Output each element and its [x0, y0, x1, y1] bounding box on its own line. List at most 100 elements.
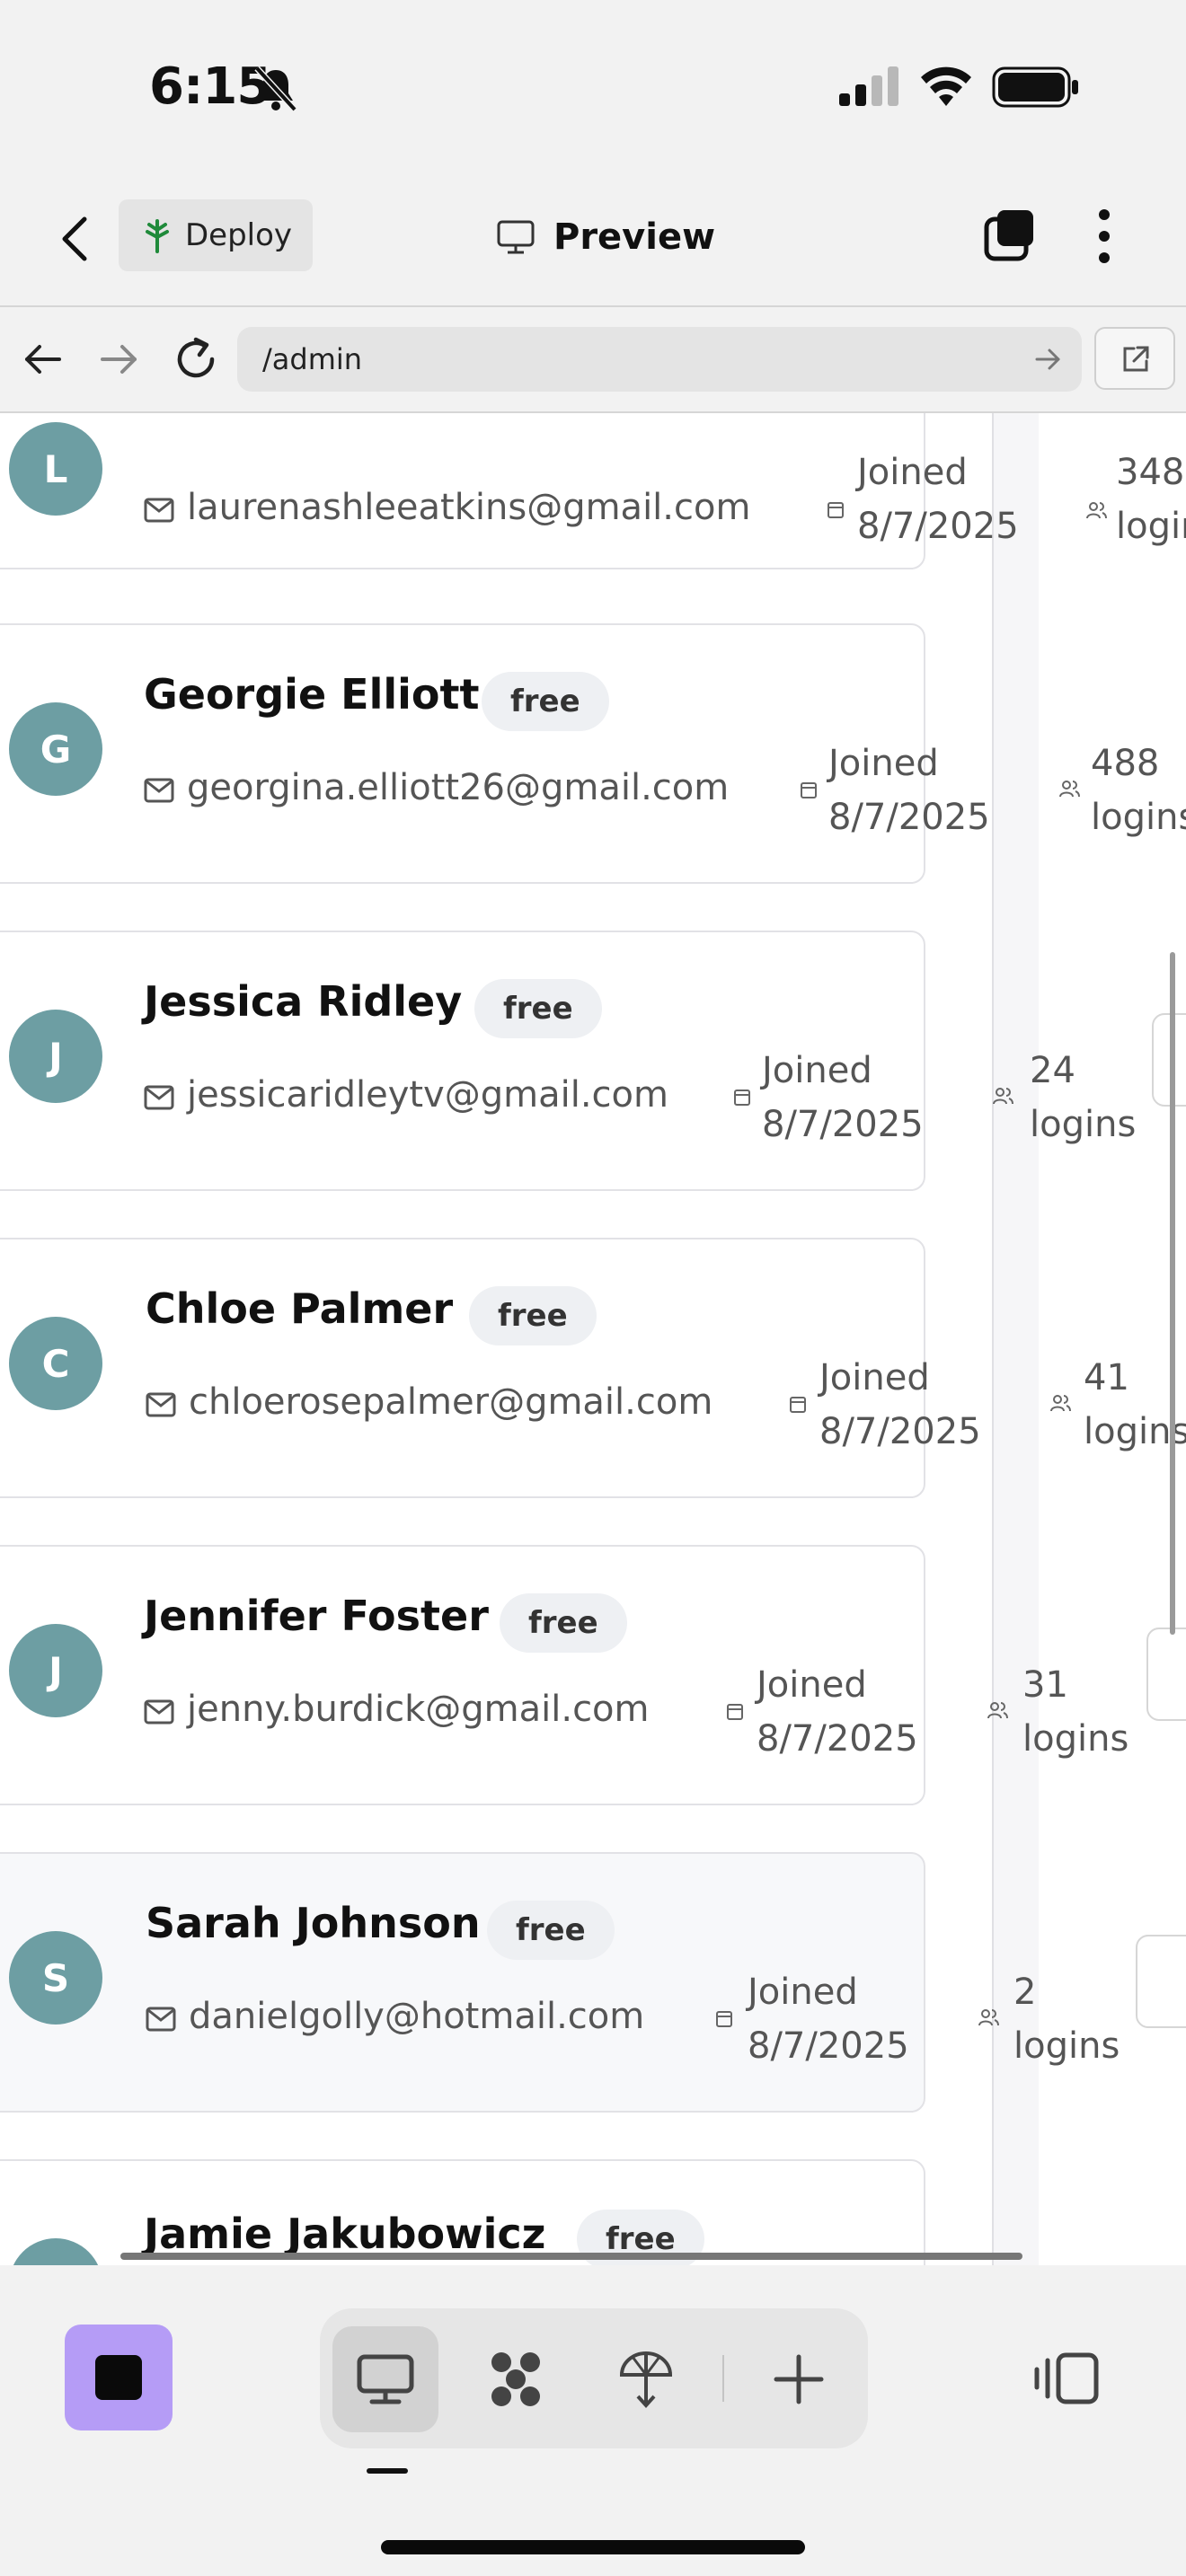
- login-count: 488logins: [1091, 743, 1186, 838]
- mail-icon: [146, 1392, 176, 1417]
- row-action-button[interactable]: [1152, 1013, 1186, 1107]
- user-email: laurenashleeatkins@gmail.com: [187, 487, 751, 528]
- add-button[interactable]: [746, 2326, 852, 2432]
- deploy-tree-icon: [146, 219, 169, 253]
- mail-icon: [144, 1085, 174, 1110]
- reload-icon[interactable]: [171, 334, 221, 384]
- monitor-icon: [497, 220, 535, 254]
- avatar: S: [9, 1931, 102, 2025]
- login-count: 24 logins: [1030, 1050, 1137, 1145]
- deploy-mode-button[interactable]: [593, 2326, 699, 2432]
- url-go-arrow-icon[interactable]: [1033, 345, 1064, 374]
- nav-forward-icon[interactable]: [97, 340, 140, 379]
- user-name: Jennifer Foster: [144, 1592, 489, 1640]
- user-name: Chloe Palmer: [146, 1284, 454, 1333]
- user-card[interactable]: G Georgie Elliott free georgina.elliott2…: [0, 623, 1186, 884]
- status-bar: 6:15: [0, 0, 1186, 171]
- browser-bar: [0, 307, 1186, 413]
- avatar: J: [9, 1624, 102, 1717]
- horizontal-scrollbar[interactable]: [120, 2253, 1022, 2260]
- joined-date: Joined 8/7/2025: [819, 1357, 981, 1452]
- avatar: C: [9, 1317, 102, 1410]
- apps-button[interactable]: [464, 2326, 570, 2432]
- bottom-toolbar: [0, 2265, 1186, 2576]
- logins-icon: [987, 1702, 1008, 1719]
- joined-date: Joined 8/7/2025: [757, 1664, 918, 1760]
- joined-date: Joined 8/7/2025: [857, 452, 1019, 547]
- project-square-icon: [95, 2355, 142, 2400]
- open-external-button[interactable]: [1094, 327, 1175, 390]
- mail-icon: [144, 1699, 174, 1725]
- calendar-icon: [716, 2011, 732, 2027]
- login-count: 348logins: [1116, 452, 1186, 547]
- page-title: Preview: [553, 216, 716, 258]
- avatar: G: [9, 702, 102, 796]
- joined-date: Joined 8/7/2025: [828, 743, 990, 838]
- desktop-view-button[interactable]: [332, 2326, 438, 2432]
- deploy-label: Deploy: [185, 217, 293, 253]
- plan-badge: free: [474, 979, 602, 1038]
- battery-icon: [992, 66, 1078, 108]
- user-email: danielgolly@hotmail.com: [189, 1996, 645, 2037]
- user-card[interactable]: Jamie Jakubowicz free: [0, 2159, 925, 2265]
- home-indicator[interactable]: [381, 2540, 805, 2554]
- user-card[interactable]: C Chloe Palmer free chloerosepalmer@gmai…: [0, 1238, 1186, 1498]
- joined-date: Joined 8/7/2025: [762, 1050, 924, 1145]
- mode-switcher: [320, 2308, 868, 2448]
- external-link-icon: [1123, 346, 1149, 372]
- mail-icon: [146, 2007, 176, 2032]
- plan-badge: free: [500, 1593, 627, 1653]
- row-action-button[interactable]: [1146, 1628, 1186, 1721]
- calendar-icon: [727, 1704, 743, 1720]
- user-card[interactable]: L laurenashleeatkins@gmail.com Joined 8/7…: [0, 413, 1186, 569]
- avatar: J: [9, 1010, 102, 1103]
- panel-icon[interactable]: [1031, 2351, 1100, 2405]
- nav-back-icon[interactable]: [22, 340, 65, 379]
- more-options-icon[interactable]: [1091, 207, 1118, 266]
- avatar: [9, 2238, 102, 2265]
- calendar-icon: [801, 782, 817, 798]
- logins-icon: [978, 2009, 999, 2026]
- deploy-icon: [619, 2351, 673, 2408]
- desktop-icon: [357, 2354, 414, 2404]
- preview-title: Preview: [496, 210, 715, 264]
- user-card[interactable]: J Jennifer Foster free jenny.burdick@gma…: [0, 1545, 1186, 1805]
- project-button[interactable]: [65, 2325, 173, 2430]
- plan-badge: free: [482, 672, 609, 731]
- deploy-button[interactable]: Deploy: [119, 199, 313, 271]
- row-action-button[interactable]: [1136, 1935, 1186, 2028]
- url-input[interactable]: [237, 327, 1082, 392]
- active-mode-indicator: [367, 2468, 408, 2474]
- plus-icon: [774, 2354, 824, 2404]
- plan-badge: free: [487, 1901, 615, 1960]
- logins-icon: [993, 1088, 1013, 1105]
- logins-icon: [1086, 502, 1107, 519]
- app-header: Deploy Preview: [0, 171, 1186, 307]
- calendar-icon: [828, 502, 844, 518]
- login-count: 31 logins: [1022, 1664, 1129, 1760]
- mail-icon: [144, 498, 174, 523]
- mode-divider: [722, 2355, 724, 2402]
- cellular-signal-icon: [839, 66, 898, 106]
- user-card[interactable]: J Jessica Ridley free jessicaridleytv@gm…: [0, 931, 1186, 1191]
- user-name: Jamie Jakubowicz: [144, 2210, 546, 2258]
- user-name: Jessica Ridley: [144, 977, 463, 1026]
- admin-user-list: L laurenashleeatkins@gmail.com Joined 8/7…: [0, 413, 1186, 2265]
- login-count: 2 logins: [1013, 1972, 1120, 2067]
- wifi-icon: [921, 66, 971, 106]
- user-email: jenny.burdick@gmail.com: [187, 1689, 650, 1730]
- mail-icon: [144, 778, 174, 803]
- user-name: Georgie Elliott: [144, 670, 480, 719]
- back-chevron-icon[interactable]: [56, 214, 95, 264]
- user-card[interactable]: S Sarah Johnson free danielgolly@hotmail…: [0, 1852, 1186, 2113]
- joined-date: Joined 8/7/2025: [748, 1972, 909, 2067]
- tabs-icon[interactable]: [983, 207, 1037, 262]
- user-name: Sarah Johnson: [146, 1899, 481, 1947]
- logins-icon: [1050, 1395, 1071, 1412]
- vertical-scrollbar[interactable]: [1170, 952, 1175, 1635]
- logins-icon: [1059, 781, 1080, 798]
- user-email: chloerosepalmer@gmail.com: [189, 1381, 713, 1423]
- calendar-icon: [734, 1090, 750, 1106]
- user-email: georgina.elliott26@gmail.com: [187, 767, 730, 808]
- plan-badge: free: [469, 1286, 597, 1345]
